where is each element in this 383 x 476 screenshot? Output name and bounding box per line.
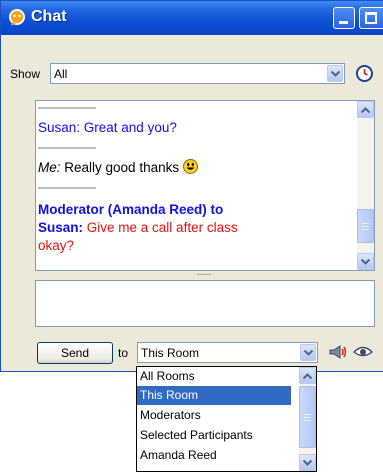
chevron-down-icon — [361, 259, 370, 265]
message-sender: Susan: — [38, 120, 84, 135]
recipient-dropdown-list[interactable]: All Rooms This Room Moderators Selected … — [136, 366, 317, 472]
message-input[interactable] — [35, 280, 375, 327]
recipient-label: to — [118, 346, 129, 360]
maximize-icon — [365, 12, 377, 24]
chat-bubble-icon — [9, 9, 25, 26]
recipient-dropdown-button[interactable] — [300, 344, 316, 361]
show-filter-select[interactable]: All — [50, 63, 345, 84]
message-separator — [38, 107, 96, 109]
title-bar[interactable]: Chat — [1, 1, 383, 35]
send-button[interactable]: Send — [37, 342, 113, 364]
minimize-icon — [339, 21, 348, 24]
show-label: Show — [10, 67, 41, 81]
eye-icon[interactable] — [353, 345, 373, 359]
clock-icon[interactable] — [356, 65, 373, 82]
scroll-down-button[interactable] — [299, 454, 316, 471]
recipient-option[interactable]: Amanda Reed — [137, 446, 291, 465]
recipient-option[interactable]: All Rooms — [137, 367, 291, 386]
dropdown-scrollbar[interactable] — [299, 367, 316, 471]
message-recipient: Susan: — [38, 220, 84, 235]
pane-splitter[interactable] — [35, 271, 375, 278]
smiley-icon — [183, 159, 199, 174]
message-text: Susan: Great and you? — [38, 120, 177, 135]
show-filter-value: All — [54, 67, 68, 81]
message-body: Really good thanks — [60, 160, 180, 175]
message-header: Moderator (Amanda Reed) to — [38, 202, 224, 217]
window-title: Chat — [31, 8, 67, 25]
message-item: Susan: Great and you? — [38, 120, 177, 135]
recipient-option[interactable]: Selected Participants — [137, 426, 291, 445]
scroll-down-button[interactable] — [357, 253, 374, 270]
message-scrollbar[interactable] — [357, 101, 374, 270]
maximize-button[interactable] — [359, 7, 383, 29]
scroll-up-button[interactable] — [299, 367, 316, 384]
scroll-up-button[interactable] — [357, 101, 374, 118]
chat-window: Chat Show All Susan: Great and you? Me: … — [0, 0, 383, 372]
chevron-down-icon — [303, 460, 312, 466]
recipient-option[interactable]: Moderators — [137, 406, 291, 425]
message-separator — [38, 187, 96, 189]
megaphone-icon[interactable] — [329, 344, 347, 360]
message-separator — [38, 147, 96, 149]
message-sender: Me: — [38, 160, 61, 175]
scroll-thumb[interactable] — [299, 386, 316, 448]
chevron-up-icon — [303, 373, 312, 379]
message-item: Me: Really good thanks — [38, 159, 199, 175]
minimize-button[interactable] — [333, 7, 355, 29]
recipient-value: This Room — [141, 346, 200, 360]
message-item: Susan: Give me a call after class — [38, 220, 238, 235]
message-body-continued: okay? — [38, 238, 75, 253]
chevron-down-icon — [304, 350, 313, 356]
message-body: Give me a call after class — [86, 220, 238, 235]
message-body: Great and you? — [83, 120, 177, 135]
scroll-thumb[interactable] — [357, 209, 374, 243]
recipient-select[interactable]: This Room — [137, 342, 318, 363]
chevron-up-icon — [361, 107, 370, 113]
show-filter-dropdown-button[interactable] — [327, 65, 343, 82]
chevron-down-icon — [331, 71, 340, 77]
message-history[interactable]: Susan: Great and you? Me: Really good th… — [35, 100, 375, 271]
recipient-option-selected[interactable]: This Room — [137, 386, 291, 405]
